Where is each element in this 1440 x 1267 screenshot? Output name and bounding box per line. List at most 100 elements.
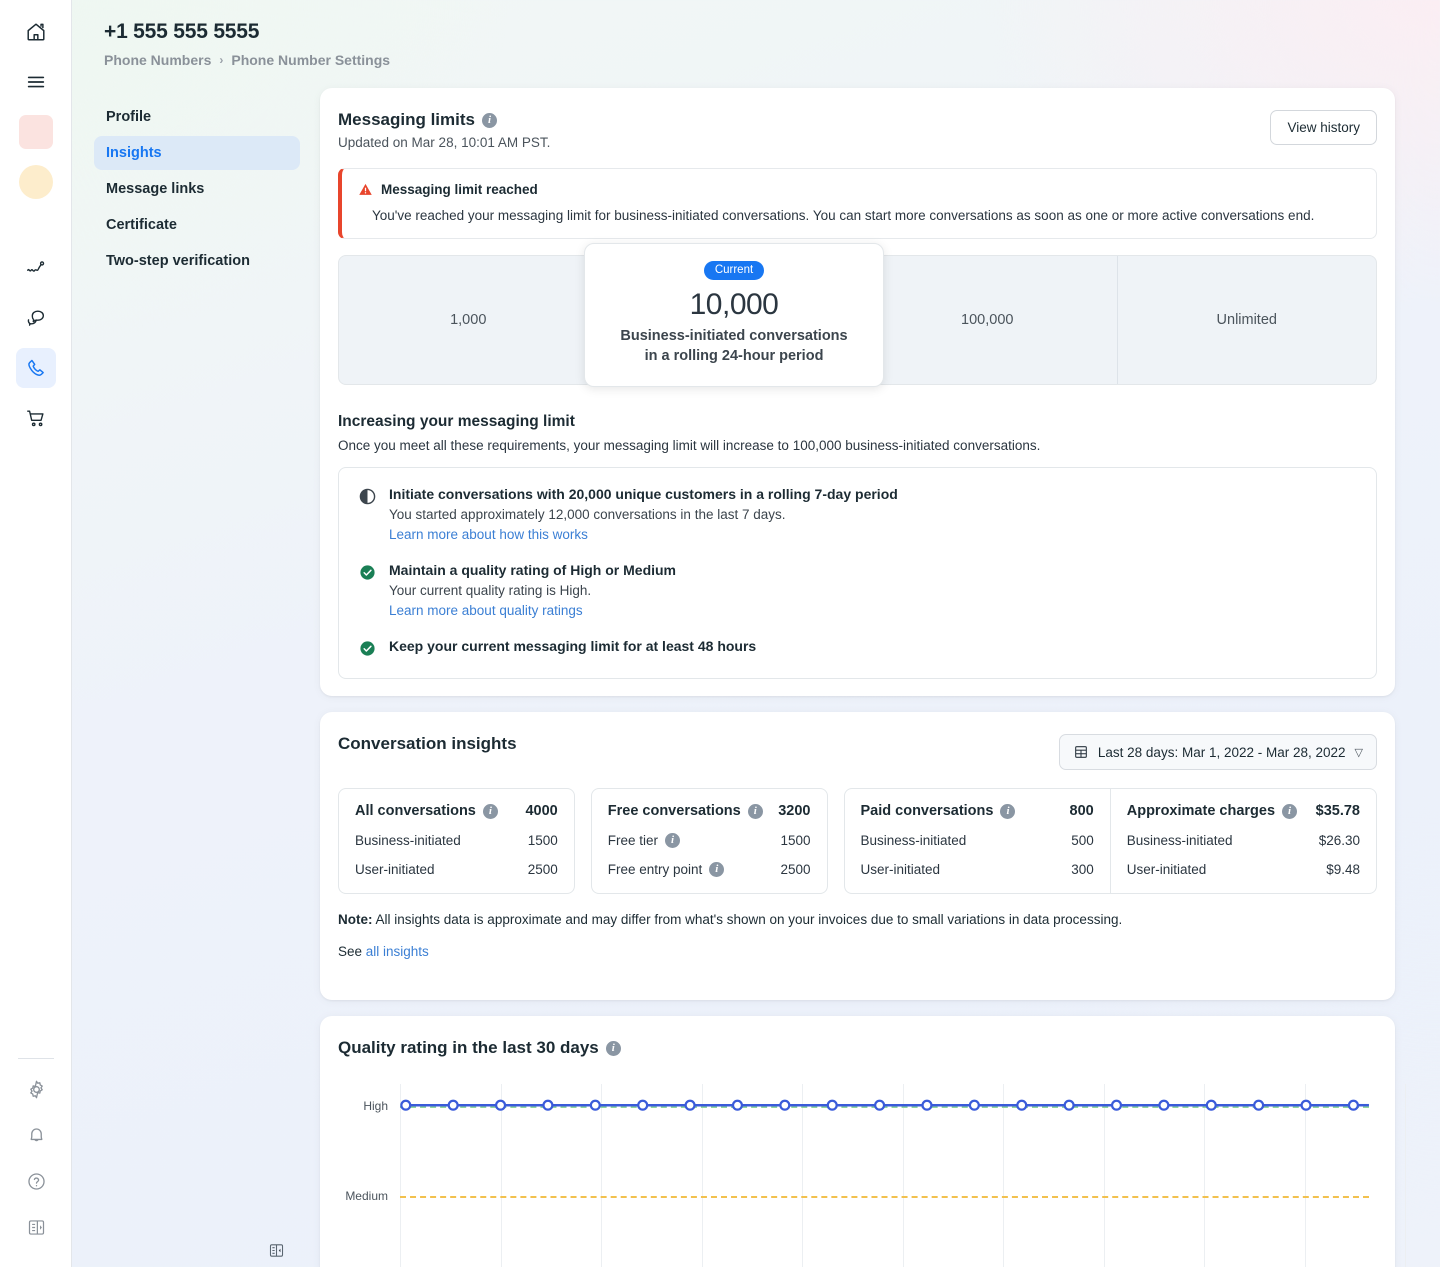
y-axis-label-medium: Medium xyxy=(345,1189,388,1203)
current-limit-description: Business-initiated conversations in a ro… xyxy=(601,327,867,366)
panel-collapse-icon[interactable] xyxy=(268,1242,285,1264)
stat-row-value: $26.30 xyxy=(1318,833,1360,848)
page-title: +1 555 555 5555 xyxy=(104,20,260,43)
info-icon[interactable]: i xyxy=(1000,803,1016,819)
breadcrumb-item-phone-number-settings[interactable]: Phone Number Settings xyxy=(231,52,390,68)
date-range-label: Last 28 days: Mar 1, 2022 - Mar 28, 2022 xyxy=(1097,744,1346,760)
menu-icon[interactable] xyxy=(16,62,56,102)
stat-header: Approximate charges i $35.78 xyxy=(1127,803,1360,819)
requirement-title: Maintain a quality rating of High or Med… xyxy=(389,562,677,578)
sidebar-item-certificate[interactable]: Certificate xyxy=(94,208,300,242)
chart-data-point[interactable] xyxy=(874,1099,886,1111)
stat-row-item: User-initiated $9.48 xyxy=(1127,862,1360,877)
chart-data-point[interactable] xyxy=(968,1099,980,1111)
chart-data-point[interactable] xyxy=(1253,1099,1265,1111)
info-icon[interactable]: i xyxy=(709,862,725,877)
stat-header-left: Approximate charges i xyxy=(1127,803,1298,819)
messaging-limits-updated: Updated on Mar 28, 10:01 AM PST. xyxy=(338,135,551,150)
icon-rail xyxy=(0,0,72,1267)
requirement-title: Keep your current messaging limit for at… xyxy=(389,638,757,654)
stat-row-value: $9.48 xyxy=(1326,862,1360,877)
analytics-icon[interactable] xyxy=(16,248,56,288)
warning-triangle-icon xyxy=(359,183,372,195)
tier-cell-100000[interactable]: 100,000 xyxy=(858,256,1118,384)
stat-row-label-text: Free entry point xyxy=(607,862,703,877)
sidebar-item-two-step-verification[interactable]: Two-step verification xyxy=(94,244,300,278)
info-icon[interactable]: i xyxy=(605,1040,621,1056)
info-icon[interactable]: i xyxy=(482,803,498,819)
swatch-square[interactable] xyxy=(16,112,56,152)
messaging-limit-alert: Messaging limit reached You've reached y… xyxy=(338,168,1377,239)
sidebar-item-profile[interactable]: Profile xyxy=(94,100,300,134)
breadcrumb-item-phone-numbers[interactable]: Phone Numbers xyxy=(104,52,211,68)
stat-header: Paid conversations i 800 xyxy=(861,803,1094,819)
help-icon[interactable] xyxy=(16,1161,56,1201)
stat-header-left: All conversations i xyxy=(355,803,498,819)
stat-header-label: Paid conversations xyxy=(860,803,994,819)
info-icon[interactable]: i xyxy=(747,803,763,819)
breadcrumb: Phone Numbers › Phone Number Settings xyxy=(104,52,390,68)
requirement-link[interactable]: Learn more about quality ratings xyxy=(389,603,676,618)
info-icon[interactable]: i xyxy=(665,833,681,848)
stat-row-item: User-initiated 2500 xyxy=(355,862,558,877)
stat-row-value: 1500 xyxy=(527,833,558,848)
conversation-insights-header: Conversation insights Last 28 days: Mar … xyxy=(338,734,1377,770)
chart-data-point[interactable] xyxy=(495,1099,507,1111)
info-icon[interactable]: i xyxy=(481,112,497,128)
gear-icon[interactable] xyxy=(16,1069,56,1109)
stat-row-item: Business-initiated $26.30 xyxy=(1127,833,1360,848)
stat-row: All conversations i 4000 Business-initia… xyxy=(338,788,1377,894)
chart-data-point[interactable] xyxy=(1300,1099,1312,1111)
stat-card-all-conversations: All conversations i 4000 Business-initia… xyxy=(338,788,575,894)
chart-data-point[interactable] xyxy=(447,1099,459,1111)
chart-data-point[interactable] xyxy=(684,1099,696,1111)
home-icon[interactable] xyxy=(16,12,56,52)
increase-limit-title: Increasing your messaging limit xyxy=(338,413,575,430)
cart-icon[interactable] xyxy=(16,398,56,438)
tier-cell-unlimited[interactable]: Unlimited xyxy=(1118,256,1377,384)
view-history-button[interactable]: View history xyxy=(1270,110,1377,145)
chart-data-point[interactable] xyxy=(779,1099,791,1111)
chart-data-point[interactable] xyxy=(921,1099,933,1111)
chart-data-point[interactable] xyxy=(731,1099,743,1111)
chart-data-point[interactable] xyxy=(826,1099,838,1111)
bell-icon[interactable] xyxy=(16,1115,56,1155)
stat-row-label: Free tier i xyxy=(608,833,681,848)
requirement-link[interactable]: Learn more about how this works xyxy=(389,527,898,542)
panel-toggle-icon[interactable] xyxy=(16,1207,56,1247)
sidebar-item-message-links[interactable]: Message links xyxy=(94,172,300,206)
chart-data-point[interactable] xyxy=(637,1099,649,1111)
stat-header-label: All conversations xyxy=(355,803,476,819)
tier-selector: 1,000 10,000 100,000 Unlimited Current 1… xyxy=(338,243,1377,388)
chart-data-point[interactable] xyxy=(542,1099,554,1111)
sidebar-item-insights[interactable]: Insights xyxy=(94,136,300,170)
info-icon[interactable]: i xyxy=(1282,803,1298,819)
alert-body: You've reached your messaging limit for … xyxy=(372,208,1315,223)
y-axis-label-high: High xyxy=(363,1099,388,1113)
tier-cell-1000[interactable]: 1,000 xyxy=(339,256,599,384)
date-range-picker[interactable]: Last 28 days: Mar 1, 2022 - Mar 28, 2022… xyxy=(1058,734,1377,770)
chart-data-point[interactable] xyxy=(1347,1099,1359,1111)
chart-data-point[interactable] xyxy=(1016,1099,1028,1111)
stat-header: All conversations i 4000 xyxy=(355,803,558,819)
all-insights-link[interactable]: all insights xyxy=(366,944,429,959)
chart-data-point[interactable] xyxy=(589,1099,601,1111)
conversation-insights-title: Conversation insights xyxy=(338,734,517,753)
breadcrumb-separator-icon: › xyxy=(219,53,224,67)
chart-data-point[interactable] xyxy=(1110,1099,1123,1111)
phone-icon[interactable] xyxy=(15,348,56,388)
chart-data-point[interactable] xyxy=(1205,1099,1217,1111)
swatch-circle[interactable] xyxy=(16,162,56,202)
chart-data-point[interactable] xyxy=(400,1099,412,1111)
icon-rail-bottom xyxy=(0,1052,72,1253)
chart-data-point[interactable] xyxy=(1158,1099,1170,1111)
insights-note: Note: All insights data is approximate a… xyxy=(338,912,1377,927)
requirement-description: Your current quality rating is High. xyxy=(389,583,592,598)
quality-rating-card: Quality rating in the last 30 days i Hig… xyxy=(320,1016,1406,1267)
secondary-nav: Profile Insights Message links Certifica… xyxy=(94,100,300,280)
note-text: All insights data is approximate and may… xyxy=(372,912,1123,927)
chat-icon[interactable] xyxy=(16,298,56,338)
stat-header-label: Free conversations xyxy=(607,803,741,819)
chart-data-point[interactable] xyxy=(1063,1099,1075,1111)
note-prefix: Note: xyxy=(338,912,373,927)
